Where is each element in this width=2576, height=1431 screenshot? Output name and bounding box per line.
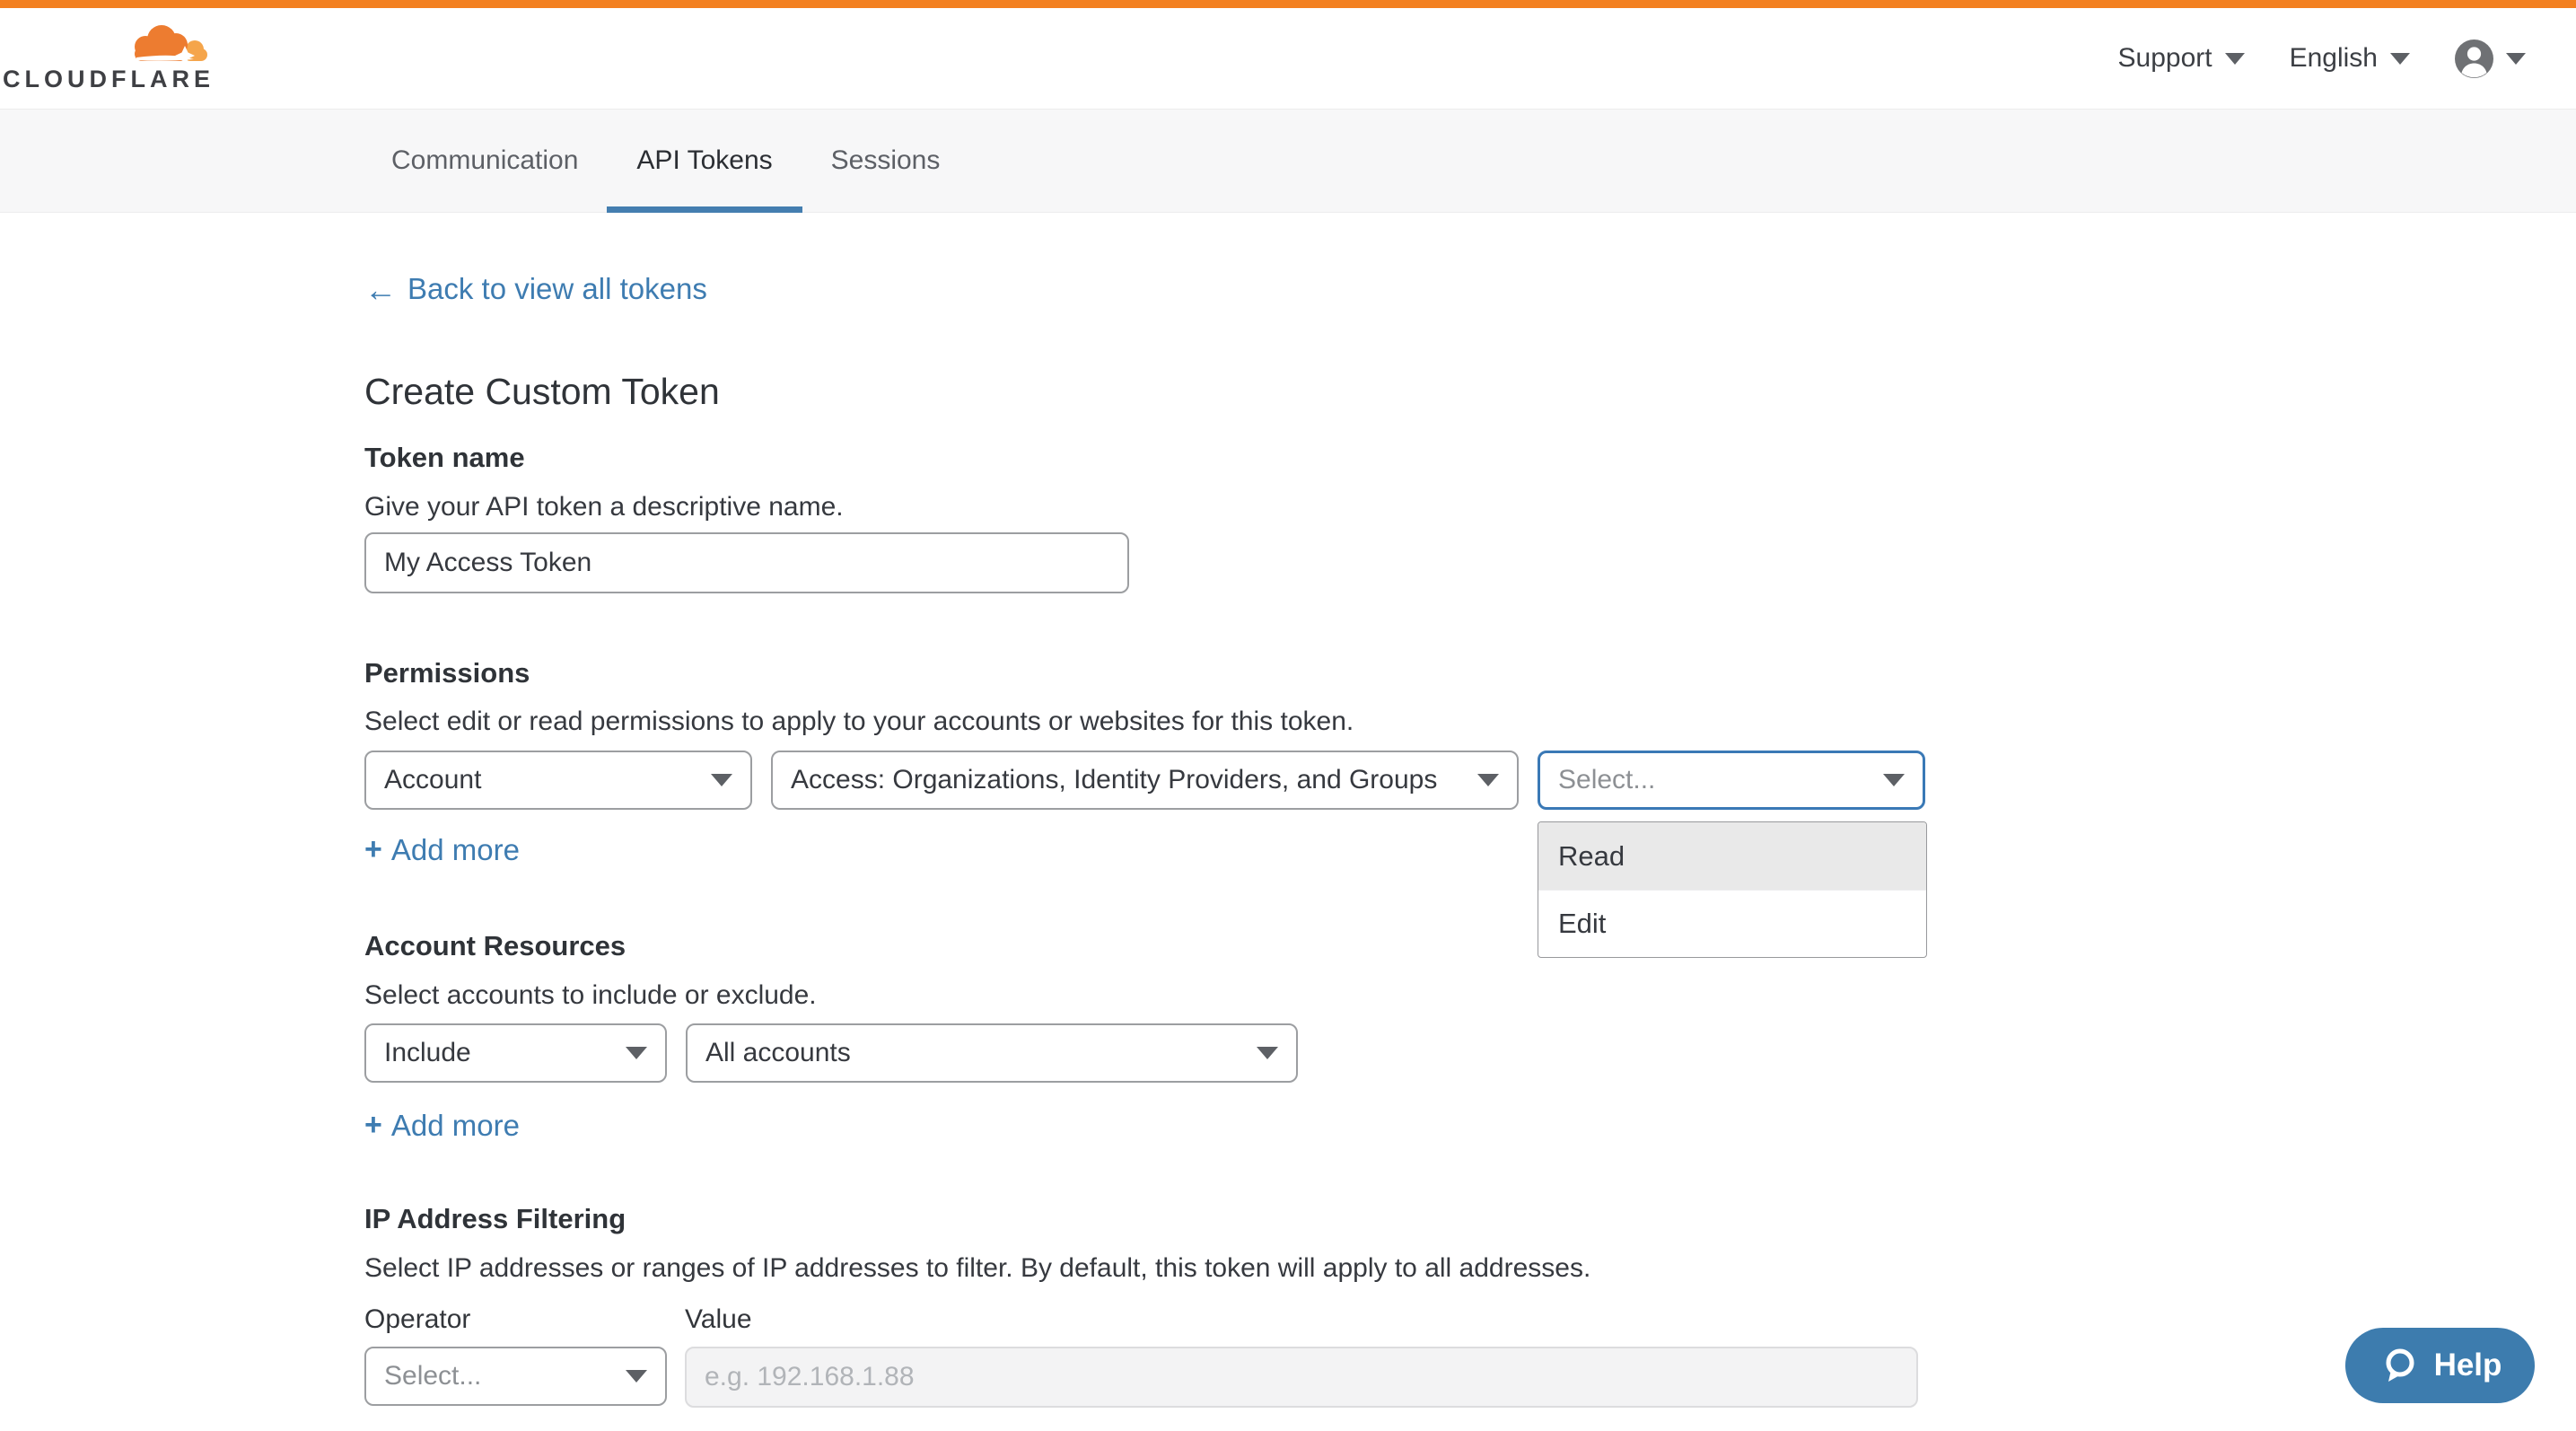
back-link-label: Back to view all tokens	[407, 272, 707, 306]
token-name-input[interactable]	[364, 532, 1129, 593]
resource-mode-value: Include	[384, 1038, 471, 1068]
caret-down-icon	[626, 1047, 647, 1059]
tab-sessions-label: Sessions	[831, 145, 941, 176]
chat-bubble-icon	[2379, 1345, 2420, 1386]
top-header: CLOUDFLARE Support English	[0, 8, 2576, 110]
menu-option-edit[interactable]: Edit	[1538, 890, 1926, 957]
account-menu[interactable]	[2455, 40, 2526, 78]
caret-down-icon	[1257, 1047, 1278, 1059]
tab-api-tokens-label: API Tokens	[636, 145, 772, 176]
operator-label: Operator	[364, 1304, 470, 1335]
resource-accounts-value: All accounts	[705, 1038, 851, 1068]
ip-operator-placeholder: Select...	[384, 1361, 481, 1391]
permissions-row: Account Access: Organizations, Identity …	[364, 751, 1925, 810]
resource-accounts-select[interactable]: All accounts	[686, 1023, 1298, 1083]
ip-operator-select[interactable]: Select...	[364, 1347, 667, 1406]
back-arrow-icon: ←	[364, 275, 397, 304]
header-nav: Support English	[2118, 40, 2526, 78]
menu-option-read[interactable]: Read	[1538, 822, 1926, 890]
caret-down-icon	[2506, 53, 2526, 65]
logo-wordmark: CLOUDFLARE	[3, 66, 215, 93]
permission-scope-value: Account	[384, 765, 481, 795]
help-button[interactable]: Help	[2345, 1328, 2535, 1403]
permission-resource-value: Access: Organizations, Identity Provider…	[791, 765, 1437, 795]
account-resources-heading: Account Resources	[364, 930, 626, 962]
page-title: Create Custom Token	[364, 371, 720, 413]
caret-down-icon	[1477, 774, 1499, 786]
tab-communication-label: Communication	[391, 145, 578, 176]
tab-bar: Communication API Tokens Sessions	[0, 110, 2576, 213]
caret-down-icon	[2390, 53, 2410, 65]
plus-icon: +	[364, 1108, 382, 1143]
ip-filtering-description: Select IP addresses or ranges of IP addr…	[364, 1253, 1590, 1284]
help-button-label: Help	[2434, 1348, 2502, 1383]
ip-value-input[interactable]	[685, 1347, 1918, 1408]
tabs: Communication API Tokens Sessions	[391, 110, 940, 212]
support-label: Support	[2118, 43, 2212, 74]
plus-icon: +	[364, 832, 382, 867]
caret-down-icon	[626, 1370, 647, 1383]
account-resources-add-more-link[interactable]: + Add more	[364, 1108, 520, 1143]
user-avatar-icon	[2455, 40, 2493, 78]
permissions-add-more-label: Add more	[391, 833, 520, 867]
resource-mode-select[interactable]: Include	[364, 1023, 667, 1083]
cloudflare-logo[interactable]: CLOUDFLARE	[20, 23, 210, 93]
permissions-heading: Permissions	[364, 657, 530, 689]
permissions-add-more-link[interactable]: + Add more	[364, 832, 520, 867]
support-menu[interactable]: Support	[2118, 43, 2245, 74]
ip-filtering-heading: IP Address Filtering	[364, 1203, 626, 1235]
tab-api-tokens[interactable]: API Tokens	[636, 110, 772, 212]
language-menu[interactable]: English	[2290, 43, 2410, 74]
caret-down-icon	[2225, 53, 2245, 65]
tab-sessions[interactable]: Sessions	[831, 110, 941, 212]
tab-communication[interactable]: Communication	[391, 110, 578, 212]
back-to-tokens-link[interactable]: ← Back to view all tokens	[364, 272, 707, 306]
caret-down-icon	[711, 774, 732, 786]
cloudflare-cloud-icon	[110, 23, 210, 65]
account-resources-description: Select accounts to include or exclude.	[364, 980, 817, 1011]
caret-down-icon	[1883, 774, 1905, 786]
token-name-heading: Token name	[364, 442, 525, 474]
permission-access-dropdown: Select... Read Edit	[1538, 751, 1925, 810]
value-label: Value	[685, 1304, 752, 1335]
permissions-description: Select edit or read permissions to apply…	[364, 707, 1354, 737]
ip-filtering-row: Select...	[364, 1347, 1918, 1408]
permission-scope-select[interactable]: Account	[364, 751, 752, 810]
permission-resource-select[interactable]: Access: Organizations, Identity Provider…	[771, 751, 1519, 810]
main-content: ← Back to view all tokens Create Custom …	[0, 213, 2576, 1431]
token-name-description: Give your API token a descriptive name.	[364, 492, 844, 522]
account-resources-add-more-label: Add more	[391, 1109, 520, 1143]
permission-access-menu: Read Edit	[1538, 821, 1927, 958]
permission-access-select[interactable]: Select...	[1538, 751, 1925, 810]
brand-accent-bar	[0, 0, 2576, 8]
account-resources-row: Include All accounts	[364, 1023, 1298, 1083]
permission-access-placeholder: Select...	[1558, 765, 1655, 795]
language-label: English	[2290, 43, 2378, 74]
